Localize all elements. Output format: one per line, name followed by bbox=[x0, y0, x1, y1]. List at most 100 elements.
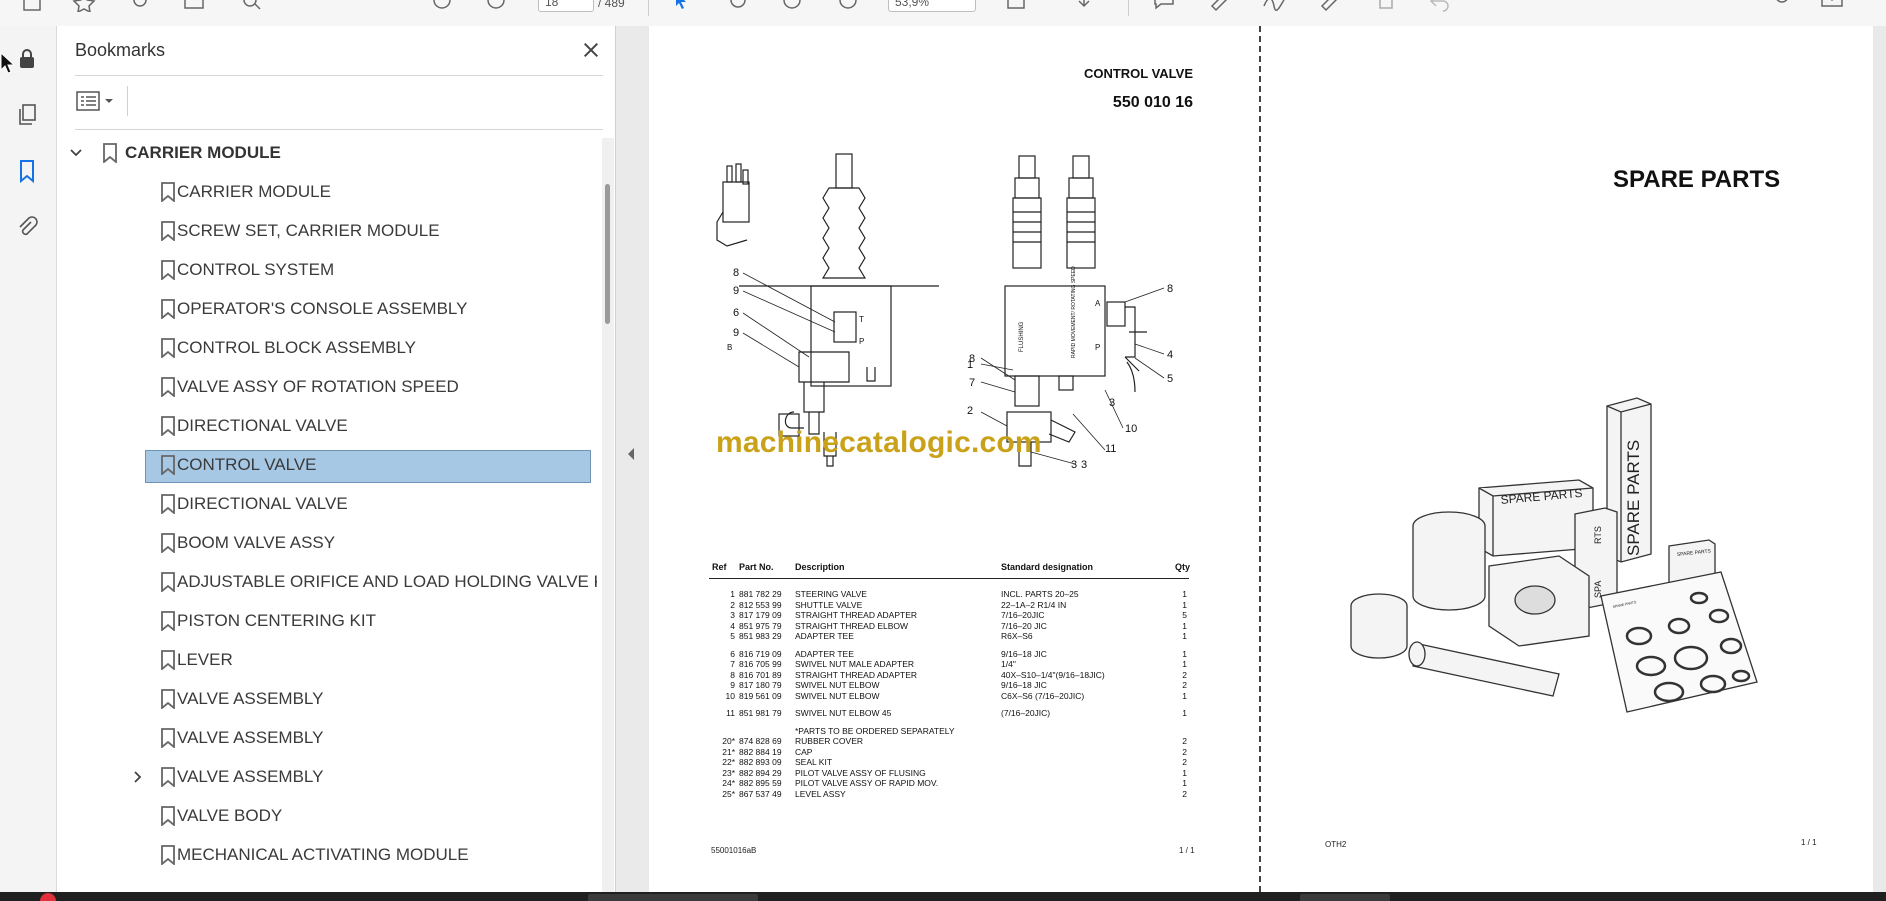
cell-description: LEVEL ASSY bbox=[795, 788, 846, 799]
cell-part-number: 816 719 09 bbox=[739, 648, 782, 659]
cell-part-number: 817 180 79 bbox=[739, 680, 782, 690]
share-icon[interactable] bbox=[128, 0, 152, 12]
bookmark-item[interactable]: VALVE ASSEMBLY bbox=[57, 762, 597, 792]
cell-description: STRAIGHT THREAD ADAPTER bbox=[795, 610, 918, 620]
zoom-out-icon[interactable] bbox=[780, 0, 804, 12]
star-icon[interactable] bbox=[72, 0, 96, 14]
callout: 2 bbox=[967, 405, 973, 417]
bookmark-label: ADJUSTABLE ORIFICE AND LOAD HOLDING VALV… bbox=[177, 572, 597, 591]
cell-qty: 2 bbox=[1182, 746, 1187, 757]
bookmark-item[interactable]: BOOM VALVE ASSY bbox=[57, 528, 597, 558]
cell-standard: R6X–S6 bbox=[1001, 631, 1033, 641]
bookmark-item[interactable]: VALVE BODY bbox=[57, 801, 597, 831]
cell-description: ADAPTER TEE bbox=[795, 631, 854, 641]
chevron-right-icon[interactable] bbox=[129, 768, 147, 786]
draw-icon[interactable] bbox=[1318, 0, 1342, 12]
collapse-panel-icon[interactable] bbox=[625, 446, 637, 462]
bookmark-item[interactable]: VALVE ASSEMBLY bbox=[57, 684, 597, 714]
sign-icon[interactable] bbox=[1262, 0, 1286, 12]
hand-icon[interactable] bbox=[726, 0, 750, 12]
panel-splitter[interactable] bbox=[615, 26, 648, 892]
table-row: 8 816 701 89 STRAIGHT THREAD ADAPTER 40X–S1… bbox=[709, 670, 1189, 681]
bookmark-icon[interactable] bbox=[12, 156, 42, 186]
bookmark-item[interactable]: CARRIER MODULE bbox=[57, 177, 597, 207]
close-icon[interactable] bbox=[577, 36, 605, 64]
cell-qty: 1 bbox=[1182, 631, 1187, 641]
print-icon[interactable] bbox=[182, 0, 206, 12]
bookmark-item[interactable]: OPERATOR'S CONSOLE ASSEMBLY bbox=[57, 294, 597, 324]
chevron-down-icon[interactable] bbox=[67, 144, 85, 162]
bookmark-scrollbar[interactable] bbox=[602, 138, 614, 892]
comment-icon[interactable] bbox=[1152, 0, 1176, 12]
callout: T bbox=[859, 315, 864, 324]
cell-part-number: 882 893 09 bbox=[739, 757, 782, 767]
cell-ref: 24* bbox=[722, 778, 735, 788]
bookmark-item[interactable]: VALVE ASSY OF ROTATION SPEED bbox=[57, 372, 597, 402]
bookmark-label: BOOM VALVE ASSY bbox=[177, 533, 336, 552]
bookmark-item[interactable]: SCREW SET, CARRIER MODULE bbox=[57, 216, 597, 246]
bookmark-item[interactable]: ADJUSTABLE ORIFICE AND LOAD HOLDING VALV… bbox=[57, 567, 597, 597]
page-number-input[interactable]: 18 bbox=[538, 0, 594, 12]
bookmark-item[interactable]: CARRIER MODULE bbox=[57, 138, 597, 168]
cell-qty: 2 bbox=[1182, 736, 1187, 746]
lock-icon[interactable] bbox=[12, 44, 42, 74]
taskbar-item[interactable] bbox=[588, 894, 758, 901]
cell-standard: 9/16–18 JIC bbox=[1001, 648, 1047, 659]
save-icon[interactable] bbox=[20, 0, 44, 12]
cell-ref: 20* bbox=[722, 736, 735, 746]
next-page-icon[interactable] bbox=[484, 0, 508, 12]
page-footer-code: OTH2 bbox=[1325, 840, 1347, 849]
bookmark-item[interactable]: DIRECTIONAL VALVE bbox=[57, 411, 597, 441]
bookmark-icon bbox=[159, 689, 177, 710]
control-valve-drawing: 8 9 6 9 B T P 1 8 7 2 3 3 4 5 10 11 8 A … bbox=[716, 153, 1173, 471]
fit-page-icon[interactable] bbox=[1004, 0, 1028, 12]
zoom-input[interactable]: 53,9% bbox=[888, 0, 976, 12]
column-header-description: Description bbox=[795, 562, 845, 572]
document-view[interactable]: CONTROL VALVE 550 010 16 8 9 6 9 B T P 1… bbox=[647, 26, 1886, 892]
bookmark-options-button[interactable] bbox=[75, 86, 119, 116]
callout: P bbox=[1095, 343, 1100, 352]
pages-icon[interactable] bbox=[12, 100, 42, 130]
cell-standard: INCL. PARTS 20–25 bbox=[1001, 589, 1079, 599]
scrollbar-thumb[interactable] bbox=[605, 184, 610, 324]
callout: 9 bbox=[733, 327, 739, 339]
app-icon[interactable] bbox=[40, 893, 56, 901]
bookmark-list: CARRIER MODULE CARRIER MODULE SCREW SET, C… bbox=[57, 138, 597, 892]
bookmark-icon bbox=[159, 416, 177, 437]
bookmark-item[interactable]: LEVER bbox=[57, 645, 597, 675]
callout: RAPID MOVEMENT/ ROTATING SPEED bbox=[1071, 266, 1077, 358]
bookmark-item[interactable]: VALVE ASSEMBLY bbox=[57, 723, 597, 753]
search-icon[interactable] bbox=[240, 0, 264, 12]
mail-icon[interactable] bbox=[1820, 0, 1844, 12]
cursor-icon[interactable] bbox=[670, 0, 694, 12]
callout: 4 bbox=[1167, 349, 1173, 361]
scroll-icon[interactable] bbox=[1072, 0, 1096, 12]
bookmark-item[interactable]: MECHANICAL ACTIVATING MODULE bbox=[57, 840, 597, 870]
taskbar-item[interactable] bbox=[1300, 894, 1390, 901]
cell-ref: 4 bbox=[730, 620, 735, 631]
paperclip-icon[interactable] bbox=[12, 212, 42, 242]
cell-part-number: 812 553 99 bbox=[739, 599, 782, 610]
table-row: 2 812 553 99 SHUTTLE VALVE 22–1A–2 R1/4 IN 1 bbox=[709, 600, 1189, 611]
page-footer-number: 1 / 1 bbox=[1179, 846, 1195, 855]
bookmark-item[interactable]: DIRECTIONAL VALVE bbox=[57, 489, 597, 519]
undo-icon[interactable] bbox=[1428, 0, 1452, 12]
bookmark-item[interactable]: CONTROL VALVE bbox=[57, 450, 597, 483]
account-icon[interactable] bbox=[1770, 0, 1794, 12]
os-taskbar bbox=[0, 892, 1886, 901]
bookmark-item[interactable]: CONTROL SYSTEM bbox=[57, 255, 597, 285]
prev-page-icon[interactable] bbox=[430, 0, 454, 12]
bookmark-item[interactable]: CONTROL BLOCK ASSEMBLY bbox=[57, 333, 597, 363]
delete-icon[interactable] bbox=[1374, 0, 1398, 12]
cell-description: SWIVEL NUT ELBOW bbox=[795, 690, 880, 701]
bookmark-label: DIRECTIONAL VALVE bbox=[177, 494, 348, 513]
column-header-qty: Qty bbox=[1175, 562, 1191, 572]
bookmark-label: CARRIER MODULE bbox=[177, 182, 331, 201]
callout: P bbox=[859, 337, 864, 346]
zoom-in-icon[interactable] bbox=[836, 0, 860, 12]
bookmark-icon bbox=[159, 611, 177, 632]
bookmark-item[interactable]: PISTON CENTERING KIT bbox=[57, 606, 597, 636]
highlight-icon[interactable] bbox=[1208, 0, 1232, 12]
callout: 3 bbox=[1109, 397, 1115, 409]
parts-table: Ref Part No. Description Standard design… bbox=[709, 560, 1191, 799]
